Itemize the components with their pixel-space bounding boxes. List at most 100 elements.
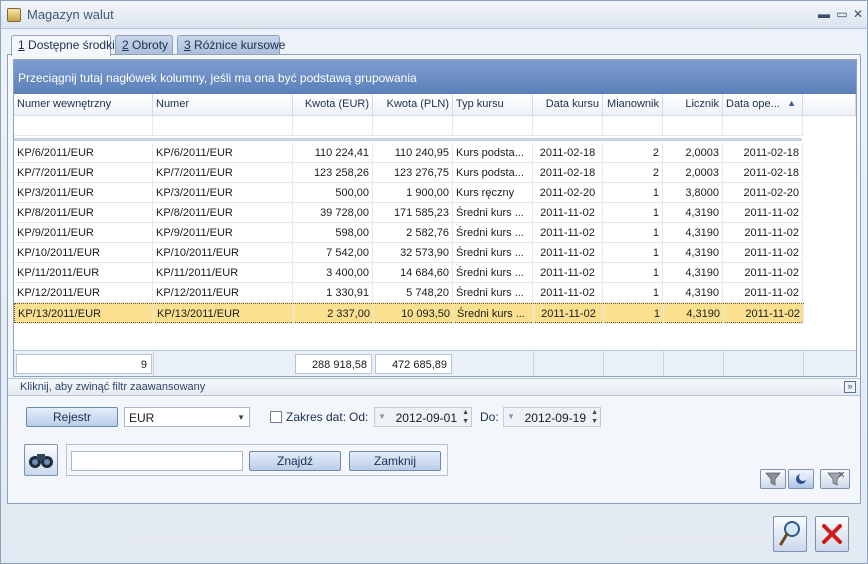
cell-number: KP/3/2011/EUR: [153, 183, 293, 203]
search-input[interactable]: [71, 451, 243, 471]
table-row[interactable]: KP/3/2011/EUR KP/3/2011/EUR 500,00 1 900,00…: [14, 183, 804, 203]
cell-internal-number: KP/12/2011/EUR: [14, 283, 153, 303]
close-search-button[interactable]: Zamknij: [349, 451, 441, 471]
column-header[interactable]: Typ kursu: [453, 94, 533, 116]
cell-rate-type: Średni kurs ...: [453, 223, 533, 243]
tab-key: 2: [122, 38, 129, 52]
cell-denominator: 1: [603, 203, 663, 223]
cell-counter: 4,3190: [663, 283, 723, 303]
cell-amount-pln: 14 684,60: [373, 263, 453, 283]
cancel-button[interactable]: [815, 516, 849, 552]
cell-operation-date: 2011-11-02: [724, 304, 804, 324]
cell-rate-date: 2011-11-02: [533, 243, 603, 263]
cell-counter: 4,3190: [663, 263, 723, 283]
column-filter-cell[interactable]: [293, 116, 373, 136]
advanced-filter-toggle-label: Kliknij, aby zwinąć filtr zaawansowany: [20, 381, 206, 393]
tab-roznice-kursowe[interactable]: 3 Różnice kursowe: [177, 35, 285, 55]
register-button[interactable]: Rejestr: [26, 407, 118, 427]
tab-dostepne-srodki[interactable]: 1 Dostępne środki: [11, 35, 115, 56]
group-by-area[interactable]: Przeciągnij tutaj nagłówek kolumny, jeśl…: [14, 60, 856, 94]
table-row[interactable]: KP/13/2011/EUR KP/13/2011/EUR 2 337,00 10 0…: [14, 303, 804, 324]
column-filter-cell[interactable]: [603, 116, 663, 136]
cell-rate-date: 2011-11-02: [533, 283, 603, 303]
advanced-filter-toggle[interactable]: Kliknij, aby zwinąć filtr zaawansowany »: [8, 378, 860, 396]
column-header[interactable]: Numer: [153, 94, 293, 116]
cell-rate-type: Kurs podsta...: [453, 163, 533, 183]
cell-rate-date: 2011-11-02: [534, 304, 604, 324]
column-header[interactable]: Kwota (PLN): [373, 94, 453, 116]
cell-number: KP/7/2011/EUR: [153, 163, 293, 183]
cell-amount-eur: 598,00: [293, 223, 373, 243]
table-row[interactable]: KP/7/2011/EUR KP/7/2011/EUR 123 258,26 123 …: [14, 163, 804, 183]
cell-rate-type: Średni kurs ...: [453, 283, 533, 303]
cell-amount-pln: 2 582,76: [373, 223, 453, 243]
preview-button[interactable]: [773, 516, 807, 552]
cell-denominator: 1: [603, 223, 663, 243]
cell-denominator: 1: [603, 283, 663, 303]
currency-select[interactable]: EUR ▼: [124, 407, 250, 427]
tab-key: 1: [18, 38, 25, 52]
close-icon[interactable]: ✕: [849, 6, 867, 22]
table-row[interactable]: KP/12/2011/EUR KP/12/2011/EUR 1 330,91 5 74…: [14, 283, 804, 303]
tab-obroty[interactable]: 2 Obroty: [115, 35, 173, 55]
find-button[interactable]: Znajdź: [249, 451, 341, 471]
to-date-field[interactable]: ▼ 2012-09-19 ▲ ▼: [503, 407, 601, 427]
funnel-clear-icon: [827, 471, 845, 486]
column-filter-cell[interactable]: [14, 116, 153, 136]
minimize-icon[interactable]: ▬: [815, 6, 833, 22]
column-filter-cell[interactable]: [533, 116, 603, 136]
cell-amount-eur: 39 728,00: [293, 203, 373, 223]
cell-internal-number: KP/13/2011/EUR: [15, 304, 154, 324]
table-row[interactable]: KP/11/2011/EUR KP/11/2011/EUR 3 400,00 14 6…: [14, 263, 804, 283]
cell-amount-eur: 7 542,00: [293, 243, 373, 263]
filter-separator: [14, 138, 802, 141]
cell-counter: 3,8000: [663, 183, 723, 203]
search-toggle-button[interactable]: [24, 444, 58, 476]
cell-amount-eur: 500,00: [293, 183, 373, 203]
spinner-icon[interactable]: ▲ ▼: [462, 408, 469, 426]
table-row[interactable]: KP/10/2011/EUR KP/10/2011/EUR 7 542,00 32 5…: [14, 243, 804, 263]
spinner-icon[interactable]: ▲ ▼: [591, 408, 598, 426]
column-header-label: Data ope...: [726, 98, 780, 110]
date-range-checkbox[interactable]: [270, 411, 282, 423]
summary-count: 9: [16, 354, 152, 374]
tab-label: Różnice kursowe: [194, 38, 286, 52]
clear-filter-button[interactable]: [820, 469, 850, 489]
column-filter-cell[interactable]: [453, 116, 533, 136]
filter-button[interactable]: [760, 469, 786, 489]
table-row[interactable]: KP/9/2011/EUR KP/9/2011/EUR 598,00 2 582,76…: [14, 223, 804, 243]
table-row[interactable]: KP/6/2011/EUR KP/6/2011/EUR 110 224,41 110 …: [14, 143, 804, 163]
tab-key: 3: [184, 38, 191, 52]
column-filter-cell[interactable]: [153, 116, 293, 136]
cell-number: KP/9/2011/EUR: [153, 223, 293, 243]
summary-divider: [803, 351, 804, 376]
from-date-field[interactable]: ▼ 2012-09-01 ▲ ▼: [374, 407, 472, 427]
magnifier-icon: [779, 521, 800, 546]
cell-operation-date: 2011-02-18: [723, 143, 803, 163]
cell-rate-type: Kurs ręczny: [453, 183, 533, 203]
bottom-toolbar: [1, 506, 867, 564]
column-filter-cell[interactable]: [373, 116, 453, 136]
column-header[interactable]: Mianownik: [603, 94, 663, 116]
cell-amount-pln: 171 585,23: [373, 203, 453, 223]
sort-ascending-icon: ▲: [787, 98, 796, 108]
column-header-sorted[interactable]: Data ope... ▲: [723, 94, 803, 116]
column-filter-cell[interactable]: [663, 116, 723, 136]
summary-sum-eur: 288 918,58: [295, 354, 372, 374]
column-header[interactable]: Licznik: [663, 94, 723, 116]
funnel-icon: [765, 472, 781, 486]
column-header[interactable]: Data kursu: [533, 94, 603, 116]
cell-counter: 4,3190: [663, 243, 723, 263]
column-filter-cell[interactable]: [723, 116, 803, 136]
cell-denominator: 2: [603, 163, 663, 183]
from-label: Od:: [349, 410, 369, 424]
summary-divider: [153, 351, 154, 376]
table-row[interactable]: KP/8/2011/EUR KP/8/2011/EUR 39 728,00 171 5…: [14, 203, 804, 223]
filter-mode-button[interactable]: [788, 469, 814, 489]
cell-rate-date: 2011-02-18: [533, 163, 603, 183]
collapse-icon[interactable]: »: [844, 381, 856, 393]
column-header[interactable]: Kwota (EUR): [293, 94, 373, 116]
column-header[interactable]: Numer wewnętrzny: [14, 94, 153, 116]
cell-rate-date: 2011-11-02: [533, 203, 603, 223]
cell-internal-number: KP/8/2011/EUR: [14, 203, 153, 223]
